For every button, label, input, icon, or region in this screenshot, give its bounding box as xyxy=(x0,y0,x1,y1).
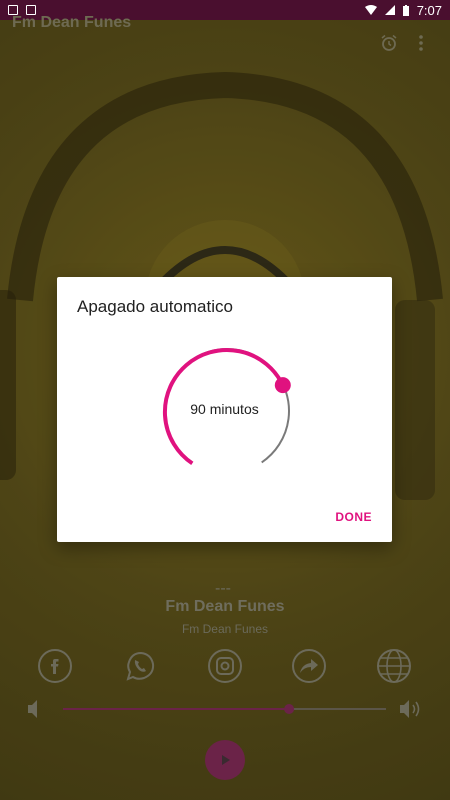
play-icon xyxy=(222,755,230,765)
whatsapp-icon[interactable] xyxy=(122,648,158,684)
app-title: Fm Dean Funes xyxy=(12,14,132,31)
play-button[interactable] xyxy=(205,740,245,780)
more-vert-icon[interactable] xyxy=(415,34,427,52)
done-button[interactable]: DONE xyxy=(335,510,372,524)
volume-high-icon xyxy=(400,700,420,718)
timer-value-label: 90 minutos xyxy=(190,401,259,417)
facebook-icon[interactable] xyxy=(37,648,73,684)
battery-icon xyxy=(402,4,409,16)
alarm-icon[interactable] xyxy=(380,34,398,52)
station-title: Fm Dean Funes xyxy=(165,598,285,615)
status-time: 7:07 xyxy=(416,2,442,18)
globe-icon[interactable] xyxy=(376,648,412,684)
wifi-icon xyxy=(364,5,377,15)
station-subtitle: Fm Dean Funes xyxy=(181,622,269,636)
volume-slider[interactable] xyxy=(26,696,426,722)
signal-icon xyxy=(384,5,395,15)
share-icon[interactable] xyxy=(291,648,327,684)
status-right: 7:07 xyxy=(364,2,442,18)
instagram-icon[interactable] xyxy=(207,648,243,684)
track-separator: --- xyxy=(215,580,231,597)
volume-thumb xyxy=(284,704,295,714)
sleep-timer-dialog: Apagado automatico 90 minutos DONE xyxy=(57,277,392,542)
volume-low-icon xyxy=(28,700,37,718)
dialog-title: Apagado automatico xyxy=(77,297,233,316)
dial-thumb[interactable] xyxy=(274,377,291,394)
